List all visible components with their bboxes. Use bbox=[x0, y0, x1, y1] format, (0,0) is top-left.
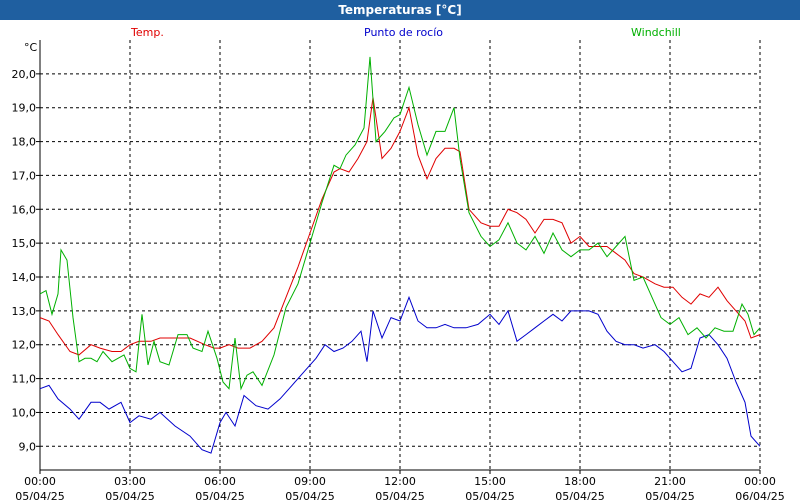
y-unit-label: °C bbox=[24, 41, 38, 54]
legend-dew-point: Punto de rocío bbox=[364, 26, 443, 39]
x-tick-time: 06:00 bbox=[204, 475, 236, 488]
x-tick-date: 05/04/25 bbox=[105, 490, 154, 500]
x-tick-date: 05/04/25 bbox=[285, 490, 334, 500]
y-tick-label: 16,0 bbox=[12, 203, 37, 216]
x-tick-time: 18:00 bbox=[564, 475, 596, 488]
y-tick-labels: 9,0 10,0 11,0 12,0 13,0 14,0 15,0 16,0 17,0 18,0 1… bbox=[12, 68, 37, 453]
x-tick-time: 00:00 bbox=[24, 475, 56, 488]
x-tick-date: 05/04/25 bbox=[555, 490, 604, 500]
x-tick-date: 05/04/25 bbox=[195, 490, 244, 500]
chart-title: Temperaturas [°C] bbox=[0, 0, 800, 20]
x-tick-time: 12:00 bbox=[384, 475, 416, 488]
y-tick-label: 10,0 bbox=[12, 406, 37, 419]
x-tick-time: 15:00 bbox=[474, 475, 506, 488]
x-tick-labels: 00:00 05/04/25 03:00 05/04/25 06:00 05/04/25 0… bbox=[15, 475, 784, 500]
dew-point-line bbox=[39, 295, 761, 454]
y-tick-label: 13,0 bbox=[12, 305, 37, 318]
x-tick-time: 21:00 bbox=[654, 475, 686, 488]
y-tick-label: 9,0 bbox=[19, 440, 37, 453]
series-lines bbox=[39, 56, 761, 454]
y-tick-label: 17,0 bbox=[12, 169, 37, 182]
x-tick-date: 05/04/25 bbox=[15, 490, 64, 500]
y-tick-label: 14,0 bbox=[12, 271, 37, 284]
legend-temp: Temp. bbox=[130, 26, 164, 39]
y-tick-label: 19,0 bbox=[12, 102, 37, 115]
x-tick-date: 05/04/25 bbox=[465, 490, 514, 500]
legend-windchill: Windchill bbox=[631, 26, 681, 39]
y-tick-label: 18,0 bbox=[12, 136, 37, 149]
x-tick-time: 03:00 bbox=[114, 475, 146, 488]
y-tick-label: 20,0 bbox=[12, 68, 37, 81]
x-tick-time: 00:00 bbox=[744, 475, 776, 488]
x-tick-date: 05/04/25 bbox=[645, 490, 694, 500]
x-tick-time: 09:00 bbox=[294, 475, 326, 488]
y-tick-label: 15,0 bbox=[12, 237, 37, 250]
chart-window: Temperaturas [°C] 9,0 10,0 11,0 12,0 13,0 14,… bbox=[0, 0, 800, 500]
x-tick-date: 06/04/25 bbox=[735, 490, 784, 500]
grid bbox=[36, 40, 761, 474]
y-tick-label: 11,0 bbox=[12, 373, 37, 386]
x-tick-date: 05/04/25 bbox=[375, 490, 424, 500]
axes bbox=[39, 40, 760, 471]
y-tick-label: 12,0 bbox=[12, 339, 37, 352]
temperature-chart: 9,0 10,0 11,0 12,0 13,0 14,0 15,0 16,0 17,0 18,0 1… bbox=[12, 26, 785, 500]
